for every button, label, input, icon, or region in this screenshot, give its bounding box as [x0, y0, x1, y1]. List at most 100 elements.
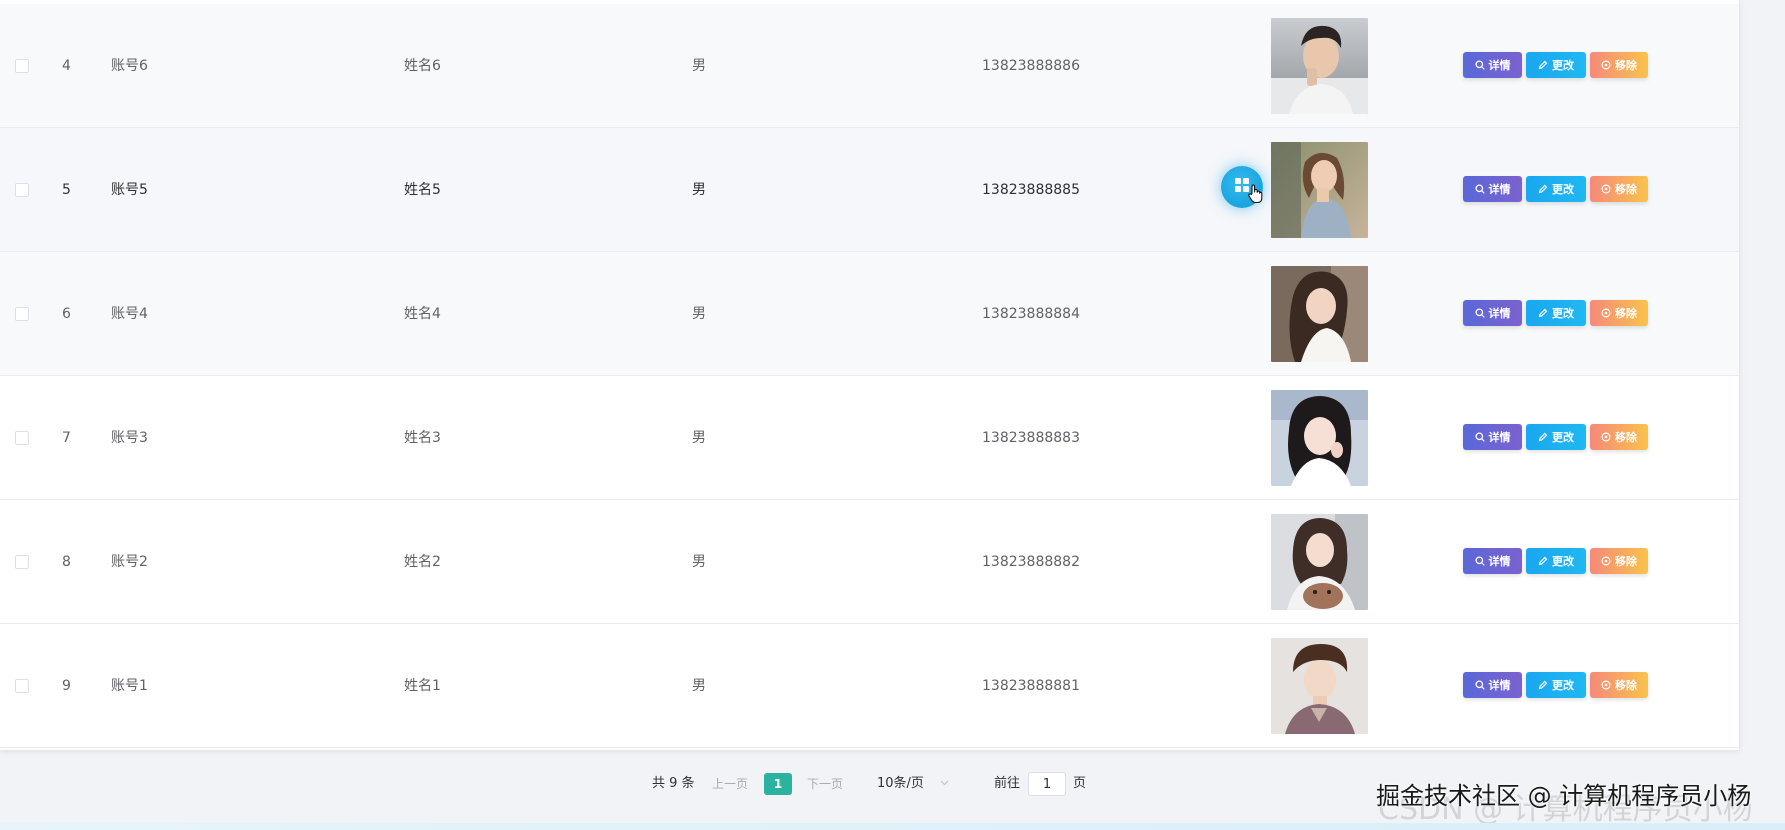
row-gender: 男	[692, 677, 706, 694]
row-index: 6	[62, 305, 71, 322]
chevron-down-icon[interactable]	[940, 772, 949, 796]
hand-cursor-icon	[1247, 184, 1265, 208]
pagination-goto-label: 前往	[994, 776, 1021, 791]
row-checkbox[interactable]	[15, 182, 29, 197]
row-avatar-photo[interactable]	[1271, 265, 1368, 362]
pencil-icon	[1538, 184, 1548, 194]
row-account: 账号5	[111, 181, 148, 198]
row-index: 9	[62, 677, 71, 694]
detail-button-label: 详情	[1488, 554, 1511, 568]
search-icon	[1474, 307, 1485, 318]
row-gender: 男	[692, 57, 706, 74]
row-checkbox[interactable]	[15, 306, 29, 321]
row-gender: 男	[692, 429, 706, 446]
search-icon	[1474, 431, 1485, 442]
detail-button[interactable]: 详情	[1463, 175, 1522, 202]
detail-button-label: 详情	[1488, 182, 1511, 196]
page-size-select[interactable]: 10条/页	[877, 772, 924, 796]
row-actions: 详情 更改 移除	[1463, 547, 1648, 574]
row-avatar-photo[interactable]	[1271, 141, 1368, 238]
row-gender: 男	[692, 305, 706, 322]
circle-close-icon	[1601, 431, 1611, 442]
pencil-icon	[1538, 680, 1548, 690]
circle-close-icon	[1601, 183, 1611, 194]
edit-button[interactable]: 更改	[1526, 51, 1586, 78]
detail-button-label: 详情	[1488, 678, 1511, 692]
row-actions: 详情 更改 移除	[1463, 299, 1648, 326]
row-phone: 13823888883	[982, 429, 1080, 446]
edit-button[interactable]: 更改	[1526, 547, 1586, 574]
detail-button[interactable]: 详情	[1463, 299, 1522, 326]
table-row: 6 账号4 姓名4 男 13823888884 详情 更改 移除	[0, 252, 1739, 376]
row-name: 姓名1	[404, 677, 441, 694]
edit-button-label: 更改	[1552, 182, 1574, 196]
pagination-next-button[interactable]: 下一页	[807, 772, 843, 796]
remove-button-label: 移除	[1615, 58, 1637, 72]
edit-button-label: 更改	[1552, 554, 1574, 568]
row-gender: 男	[692, 553, 706, 570]
user-table: 4 账号6 姓名6 男 13823888886 详情 更改 移除 5 账号5 姓…	[0, 0, 1739, 750]
bottom-strip	[0, 823, 1785, 830]
row-name: 姓名6	[404, 57, 441, 74]
remove-button[interactable]: 移除	[1590, 423, 1648, 450]
search-icon	[1474, 59, 1485, 70]
pencil-icon	[1538, 308, 1548, 318]
table-row: 9 账号1 姓名1 男 13823888881 详情 更改 移除	[0, 624, 1739, 748]
row-avatar-photo[interactable]	[1271, 17, 1368, 114]
remove-button[interactable]: 移除	[1590, 671, 1648, 698]
row-account: 账号3	[111, 429, 148, 446]
row-name: 姓名2	[404, 553, 441, 570]
row-actions: 详情 更改 移除	[1463, 175, 1648, 202]
row-checkbox[interactable]	[15, 430, 29, 445]
pagination-total: 共 9 条	[652, 776, 695, 791]
detail-button[interactable]: 详情	[1463, 423, 1522, 450]
row-phone: 13823888884	[982, 305, 1080, 322]
circle-close-icon	[1601, 679, 1611, 690]
row-checkbox[interactable]	[15, 678, 29, 693]
row-index: 4	[62, 57, 71, 74]
pagination-prev-button[interactable]: 上一页	[712, 772, 748, 796]
circle-close-icon	[1601, 555, 1611, 566]
row-name: 姓名4	[404, 305, 441, 322]
edit-button[interactable]: 更改	[1526, 423, 1586, 450]
pagination-page-unit: 页	[1073, 776, 1087, 791]
remove-button[interactable]: 移除	[1590, 175, 1648, 202]
row-account: 账号2	[111, 553, 148, 570]
row-avatar-photo[interactable]	[1271, 389, 1368, 486]
edit-button-label: 更改	[1552, 430, 1574, 444]
row-actions: 详情 更改 移除	[1463, 51, 1648, 78]
row-gender: 男	[692, 181, 706, 198]
edit-button[interactable]: 更改	[1526, 671, 1586, 698]
pagination-current-page[interactable]: 1	[764, 773, 792, 795]
remove-button[interactable]: 移除	[1590, 547, 1648, 574]
detail-button[interactable]: 详情	[1463, 547, 1522, 574]
row-actions: 详情 更改 移除	[1463, 423, 1648, 450]
detail-button[interactable]: 详情	[1463, 51, 1522, 78]
detail-button-label: 详情	[1488, 58, 1511, 72]
search-icon	[1474, 183, 1485, 194]
row-index: 7	[62, 429, 71, 446]
edit-button-label: 更改	[1552, 678, 1574, 692]
row-index: 5	[62, 181, 71, 198]
row-name: 姓名5	[404, 181, 441, 198]
table-row: 7 账号3 姓名3 男 13823888883 详情 更改 移除	[0, 376, 1739, 500]
pagination-goto-input[interactable]	[1028, 772, 1066, 796]
edit-button[interactable]: 更改	[1526, 175, 1586, 202]
circle-close-icon	[1601, 59, 1611, 70]
row-avatar-photo[interactable]	[1271, 513, 1368, 610]
detail-button[interactable]: 详情	[1463, 671, 1522, 698]
row-account: 账号6	[111, 57, 148, 74]
remove-button[interactable]: 移除	[1590, 299, 1648, 326]
pencil-icon	[1538, 432, 1548, 442]
row-index: 8	[62, 553, 71, 570]
row-checkbox[interactable]	[15, 58, 29, 73]
edit-button[interactable]: 更改	[1526, 299, 1586, 326]
row-name: 姓名3	[404, 429, 441, 446]
row-checkbox[interactable]	[15, 554, 29, 569]
row-account: 账号4	[111, 305, 148, 322]
detail-button-label: 详情	[1488, 306, 1511, 320]
pencil-icon	[1538, 60, 1548, 70]
row-avatar-photo[interactable]	[1271, 637, 1368, 734]
remove-button[interactable]: 移除	[1590, 51, 1648, 78]
pencil-icon	[1538, 556, 1548, 566]
